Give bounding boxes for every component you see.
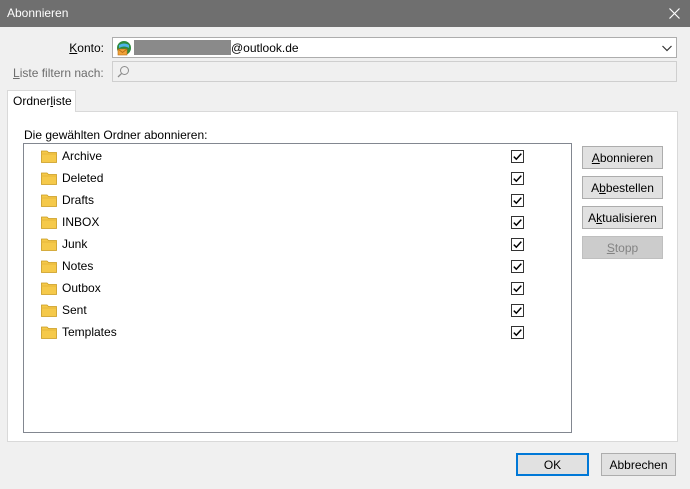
redacted-account-name bbox=[134, 40, 231, 55]
subscribe-checkbox[interactable] bbox=[511, 172, 524, 185]
stop-button[interactable]: Stopp bbox=[582, 236, 663, 259]
subscribe-checkbox[interactable] bbox=[511, 238, 524, 251]
subscribe-checkbox[interactable] bbox=[511, 304, 524, 317]
search-icon bbox=[117, 66, 129, 78]
folder-icon bbox=[41, 260, 57, 273]
folder-icon bbox=[41, 326, 57, 339]
list-item[interactable]: Junk bbox=[24, 233, 571, 255]
list-item[interactable]: INBOX bbox=[24, 211, 571, 233]
list-item[interactable]: Drafts bbox=[24, 189, 571, 211]
folder-icon bbox=[41, 150, 57, 163]
account-domain: @outlook.de bbox=[231, 41, 299, 55]
list-item[interactable]: Notes bbox=[24, 255, 571, 277]
list-item[interactable]: Archive bbox=[24, 145, 571, 167]
folder-icon bbox=[41, 194, 57, 207]
chevron-down-icon[interactable] bbox=[661, 42, 673, 54]
filter-input[interactable] bbox=[112, 61, 677, 82]
subscribe-checkbox[interactable] bbox=[511, 260, 524, 273]
subscribe-checkbox[interactable] bbox=[511, 216, 524, 229]
list-item[interactable]: Sent bbox=[24, 299, 571, 321]
subscribe-checkbox[interactable] bbox=[511, 150, 524, 163]
folder-icon bbox=[41, 304, 57, 317]
close-icon bbox=[668, 8, 680, 19]
folder-name: Deleted bbox=[62, 171, 104, 185]
subscribe-button[interactable]: Abonnieren bbox=[582, 146, 663, 169]
refresh-button[interactable]: Ak tualisieren bbox=[582, 206, 663, 229]
list-item[interactable]: Deleted bbox=[24, 167, 571, 189]
title-bar: Abonnieren bbox=[0, 0, 690, 27]
account-select[interactable]: @outlook.de bbox=[112, 37, 677, 58]
window-title: Abonnieren bbox=[7, 6, 69, 20]
konto-label: Konto: bbox=[69, 41, 104, 55]
folder-name: INBOX bbox=[62, 215, 100, 229]
unsubscribe-button[interactable]: Ab bestellen bbox=[582, 176, 663, 199]
ok-button[interactable]: OK bbox=[516, 453, 589, 476]
folder-name: Outbox bbox=[62, 281, 101, 295]
cancel-button[interactable]: Abbrechen bbox=[601, 453, 676, 476]
folder-name: Templates bbox=[62, 325, 117, 339]
folder-name: Archive bbox=[62, 149, 103, 163]
folder-icon bbox=[41, 282, 57, 295]
subscribe-checkbox[interactable] bbox=[511, 282, 524, 295]
subscribe-checkbox[interactable] bbox=[511, 194, 524, 207]
folder-name: Notes bbox=[62, 259, 94, 273]
subscribe-folders-label: Die gewählten Ordner abonnieren: bbox=[24, 128, 208, 142]
folder-name: Drafts bbox=[62, 193, 95, 207]
folder-name: Sent bbox=[62, 303, 87, 317]
account-icon bbox=[117, 41, 131, 56]
folder-icon bbox=[41, 216, 57, 229]
folder-list[interactable]: Archive Deleted Drafts INBOX Junk Notes … bbox=[23, 143, 572, 433]
folder-icon bbox=[41, 238, 57, 251]
list-item[interactable]: Templates bbox=[24, 321, 571, 343]
tab-ordnerliste[interactable]: Ordnerliste bbox=[7, 90, 76, 112]
filter-label: Liste filtern nach: bbox=[13, 66, 104, 80]
folder-icon bbox=[41, 172, 57, 185]
list-item[interactable]: Outbox bbox=[24, 277, 571, 299]
subscribe-checkbox[interactable] bbox=[511, 326, 524, 339]
folder-name: Junk bbox=[62, 237, 88, 251]
close-button[interactable] bbox=[658, 0, 690, 27]
